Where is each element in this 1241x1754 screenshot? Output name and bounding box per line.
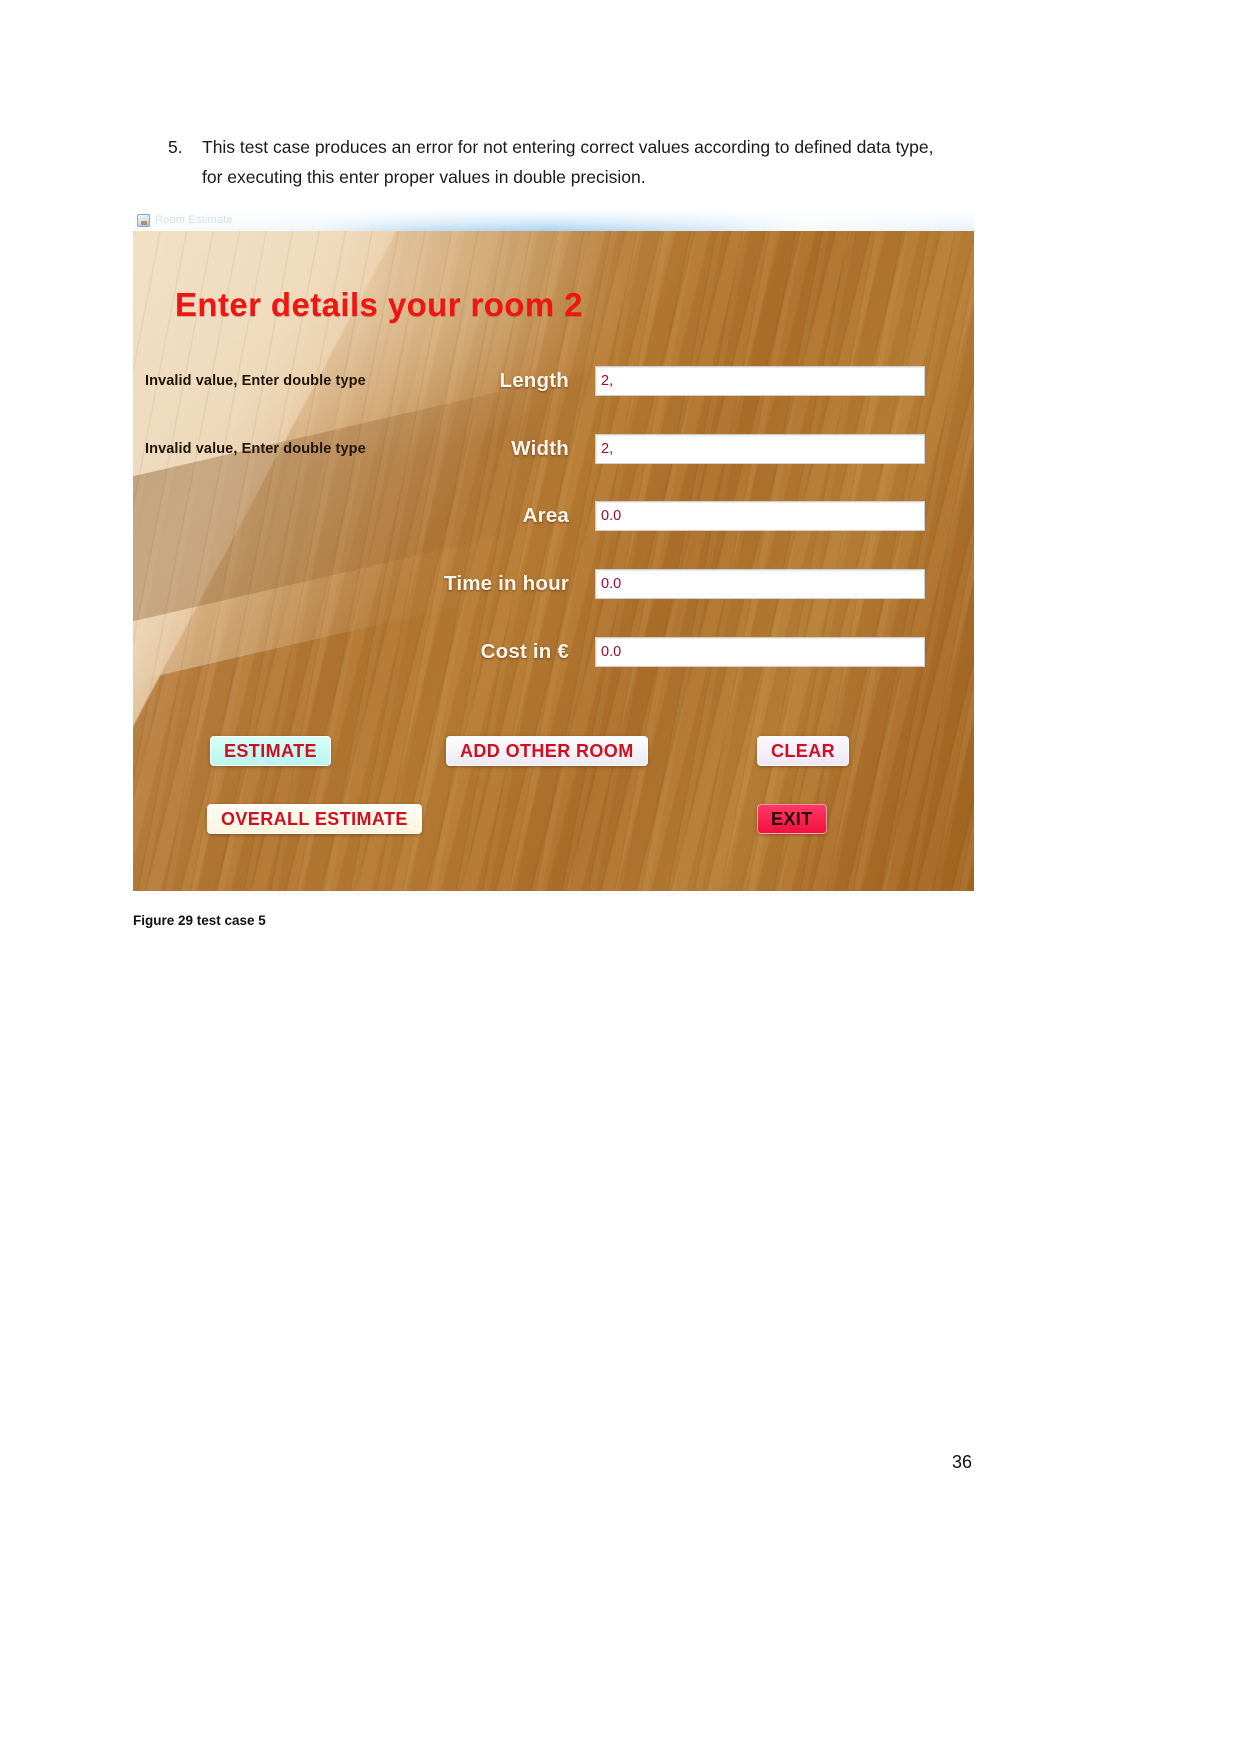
area-input[interactable]: 0.0 <box>595 501 925 531</box>
form-row-cost: Cost in € 0.0 <box>133 635 974 669</box>
field-label-length: Length <box>499 369 569 392</box>
figure-caption: Figure 29 test case 5 <box>133 913 266 928</box>
overall-estimate-button[interactable]: OVERALL ESTIMATE <box>207 804 422 834</box>
form-row-width: Invalid value, Enter double type Width 2… <box>133 432 974 466</box>
width-input[interactable]: 2, <box>595 434 925 464</box>
time-input[interactable]: 0.0 <box>595 569 925 599</box>
page-number: 36 <box>952 1452 973 1472</box>
clear-button[interactable]: CLEAR <box>757 736 849 766</box>
estimate-button[interactable]: ESTIMATE <box>210 736 331 766</box>
app-background: Enter details your room 2 Invalid value,… <box>133 231 974 891</box>
paragraph-text: This test case produces an error for not… <box>202 137 934 187</box>
java-app-icon <box>137 213 150 227</box>
figure-screenshot: Room Estimate Enter details your room 2 … <box>133 209 974 891</box>
cost-input[interactable]: 0.0 <box>595 637 925 667</box>
add-other-room-button[interactable]: ADD OTHER ROOM <box>446 736 648 766</box>
exit-button[interactable]: EXIT <box>757 804 827 834</box>
window-titlebar: Room Estimate <box>133 209 974 231</box>
field-label-time: Time in hour <box>443 572 569 595</box>
numbered-paragraph: 5. This test case produces an error for … <box>168 132 958 192</box>
field-label-width: Width <box>511 437 569 460</box>
form-row-time: Time in hour 0.0 <box>133 567 974 601</box>
form-row-length: Invalid value, Enter double type Length … <box>133 364 974 398</box>
form-row-area: Area 0.0 <box>133 499 974 533</box>
length-input[interactable]: 2, <box>595 366 925 396</box>
window-title: Room Estimate <box>155 214 233 226</box>
list-number: 5. <box>168 137 183 157</box>
app-content: Enter details your room 2 Invalid value,… <box>133 231 974 891</box>
field-label-cost: Cost in € <box>480 640 569 663</box>
app-heading: Enter details your room 2 <box>175 286 583 323</box>
field-label-area: Area <box>522 504 569 527</box>
